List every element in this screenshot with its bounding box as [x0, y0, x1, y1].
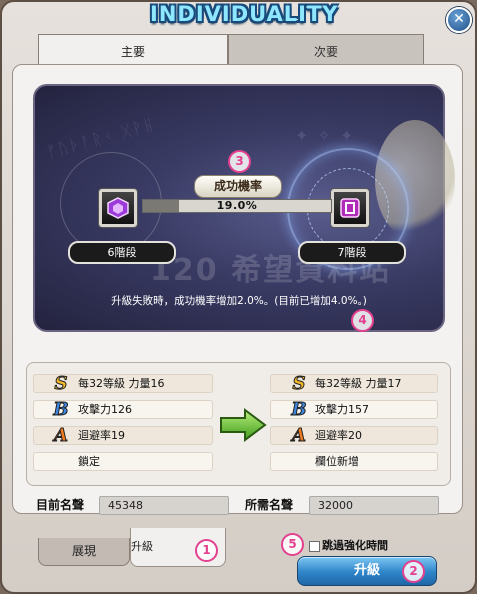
next-stat-text: 迴避率20: [315, 429, 362, 442]
grade-s-icon: S: [54, 373, 68, 394]
next-stage-pill: 7階段: [298, 241, 406, 264]
tab-sub-label: 次要: [313, 45, 338, 59]
next-stat-text: 每32等級 力量17: [315, 377, 402, 390]
marker-5: 5: [281, 533, 304, 556]
required-fame-value: 32000: [309, 496, 439, 515]
current-stat-text: 鎖定: [78, 455, 100, 468]
next-gem-slot: [331, 189, 369, 227]
skip-time-label: 跳過強化時間: [322, 539, 388, 552]
next-stat-text: 欄位新增: [315, 455, 359, 468]
magenta-gem-icon: [340, 198, 360, 218]
marker-4: 4: [351, 309, 374, 332]
grade-b-icon: B: [291, 399, 307, 420]
required-fame-label: 所需名聲: [245, 498, 294, 512]
tab-main[interactable]: 主要: [38, 34, 228, 64]
grade-b-icon: B: [53, 399, 69, 420]
tab-sub[interactable]: 次要: [228, 34, 424, 64]
arrow-right-icon: [220, 408, 267, 442]
current-stat-text: 迴避率19: [78, 429, 125, 442]
current-stat-row: [33, 452, 213, 471]
marker-2: 2: [402, 560, 425, 583]
current-stage-pill: 6階段: [68, 241, 176, 264]
current-gem-slot: [99, 189, 137, 227]
tab-show[interactable]: 展現: [38, 538, 130, 566]
purple-gem-icon: [107, 197, 129, 219]
grade-s-icon: S: [292, 373, 306, 394]
window-title: INDIVIDUALITY: [150, 2, 339, 26]
fail-bonus-info: 升級失敗時，成功機率增加2.0%。(目前已增加4.0%。): [111, 295, 367, 307]
marker-3: 3: [228, 150, 251, 173]
current-stat-text: 攻擊力126: [78, 403, 132, 416]
current-fame-label: 目前名聲: [36, 498, 85, 512]
marker-1: 1: [195, 539, 218, 562]
current-fame-value: 45348: [99, 496, 229, 515]
success-rate-value: 19.0%: [216, 199, 258, 212]
grade-a-icon: A: [292, 425, 307, 446]
next-stat-text: 攻擊力157: [315, 403, 369, 416]
current-stat-text: 每32等級 力量16: [78, 377, 165, 390]
success-rate-label: 成功機率: [194, 175, 282, 198]
tab-main-label: 主要: [120, 45, 145, 59]
close-icon[interactable]: ✕: [446, 7, 472, 33]
skip-time-checkbox[interactable]: [309, 541, 320, 552]
rune-decoration-2: ✦ ✧ ✦: [295, 126, 356, 145]
grade-a-icon: A: [54, 425, 69, 446]
